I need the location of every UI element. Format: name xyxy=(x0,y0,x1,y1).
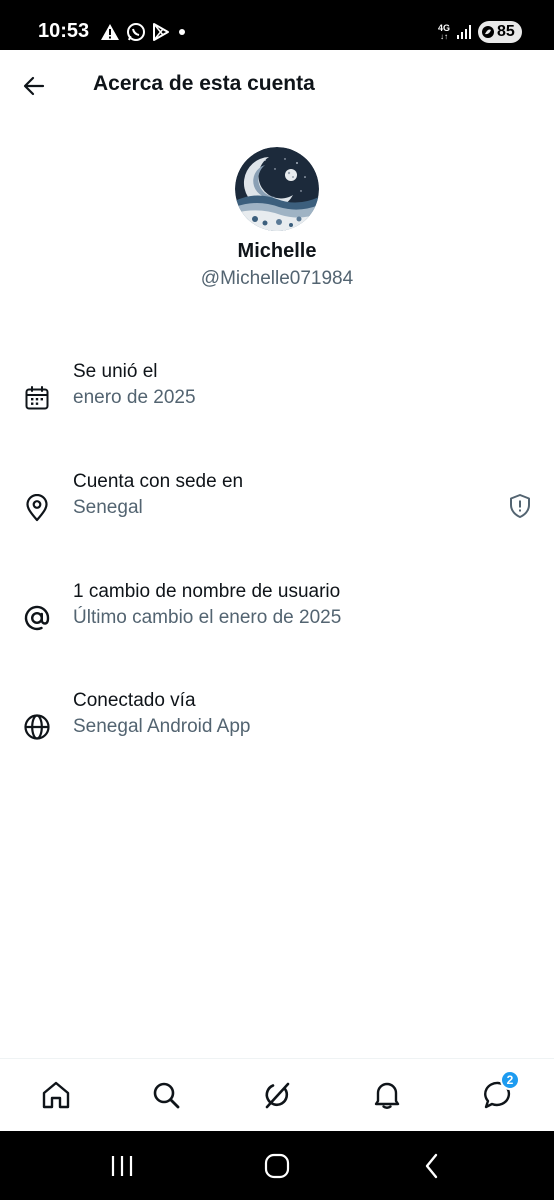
username-handle: @Michelle071984 xyxy=(200,268,354,289)
location-label: Cuenta con sede en xyxy=(73,471,244,492)
joined-label: Se unió el xyxy=(73,361,158,382)
recent-apps-icon xyxy=(111,1156,133,1176)
location-value: Senegal xyxy=(73,497,143,518)
display-name: Michelle xyxy=(237,240,317,262)
info-row-joined: Se unió el enero de 2025 xyxy=(0,361,554,433)
location-pin-icon xyxy=(26,494,48,522)
bell-icon xyxy=(374,1082,400,1109)
home-icon xyxy=(42,1081,70,1109)
grok-icon xyxy=(265,1082,290,1109)
header: Acerca de esta cuenta xyxy=(0,50,554,118)
info-row-location: Cuenta con sede en Senegal xyxy=(0,471,554,543)
bottom-navigation: 2 xyxy=(0,1058,554,1131)
nav-messages[interactable]: 2 xyxy=(480,1070,520,1113)
shield-button[interactable] xyxy=(508,493,532,519)
network-indicator: 4G ↓↑ xyxy=(437,22,450,41)
globe-icon xyxy=(24,714,50,740)
notification-icons xyxy=(100,21,188,43)
connected-label: Conectado vía xyxy=(73,690,196,711)
play-store-icon xyxy=(153,23,169,41)
username-change-date: Último cambio el enero de 2025 xyxy=(73,607,342,628)
info-row-connected: Conectado vía Senegal Android App xyxy=(0,690,554,762)
nav-search[interactable] xyxy=(148,1077,184,1113)
page-title: Acerca de esta cuenta xyxy=(93,72,315,95)
signal-icon xyxy=(457,25,471,39)
back-button[interactable] xyxy=(18,70,50,102)
nav-grok[interactable] xyxy=(259,1077,295,1113)
whatsapp-icon xyxy=(127,23,145,41)
battery-saver-icon xyxy=(482,26,494,38)
system-navigation-bar xyxy=(0,1131,554,1200)
battery-indicator: 85 xyxy=(478,21,522,43)
status-time: 10:53 xyxy=(38,20,90,42)
username-change-label: 1 cambio de nombre de usuario xyxy=(73,581,341,602)
recent-apps-button[interactable] xyxy=(102,1149,142,1183)
status-bar: 10:53 4G ↓↑ 85 xyxy=(0,0,554,50)
home-outline-icon xyxy=(264,1153,290,1179)
dot-icon xyxy=(179,29,185,35)
messages-badge: 2 xyxy=(500,1070,520,1090)
info-row-username-change: 1 cambio de nombre de usuario Último cam… xyxy=(0,581,554,653)
shield-icon xyxy=(510,494,530,518)
back-arrow-icon xyxy=(23,76,45,96)
home-system-button[interactable] xyxy=(257,1149,297,1183)
calendar-icon xyxy=(25,386,49,410)
status-right: 4G ↓↑ 85 xyxy=(438,21,522,43)
joined-date: enero de 2025 xyxy=(73,387,196,408)
chevron-left-icon xyxy=(425,1153,438,1179)
nav-home[interactable] xyxy=(38,1077,74,1113)
back-system-button[interactable] xyxy=(412,1149,452,1183)
battery-level: 85 xyxy=(497,23,515,40)
warning-icon xyxy=(101,24,119,40)
nav-notifications[interactable] xyxy=(369,1077,405,1113)
connected-via-value: Senegal Android App xyxy=(73,716,251,737)
search-icon xyxy=(153,1082,180,1109)
avatar[interactable] xyxy=(235,147,319,231)
at-icon xyxy=(24,605,50,631)
